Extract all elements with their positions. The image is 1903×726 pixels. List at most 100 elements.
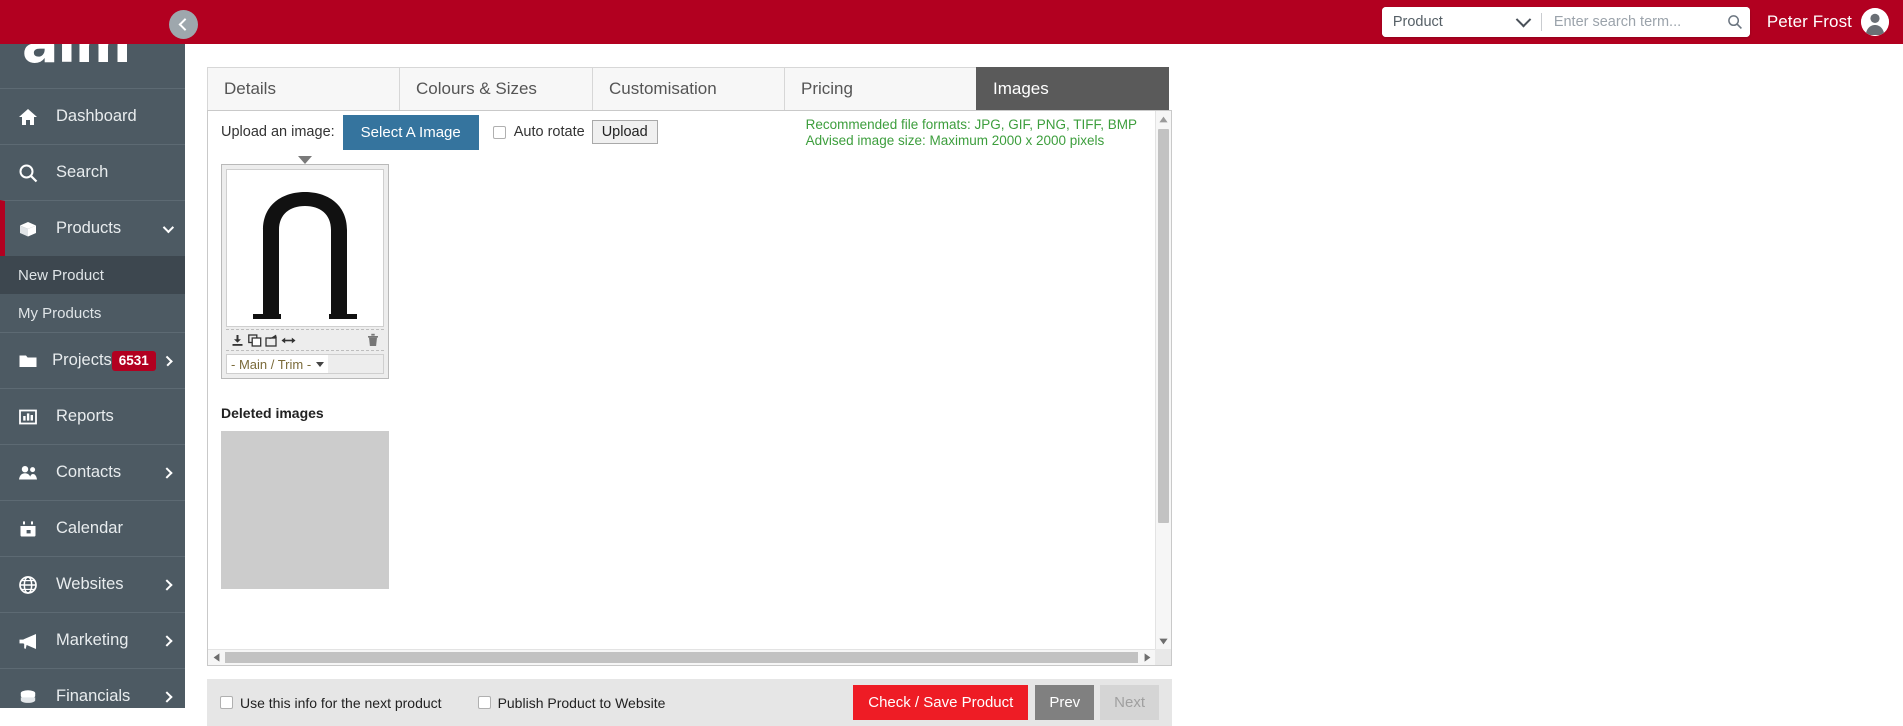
sidebar-item-products[interactable]: Products: [0, 200, 185, 256]
tab-colours-sizes[interactable]: Colours & Sizes: [399, 67, 593, 110]
upload-recommendations: Recommended file formats: JPG, GIF, PNG,…: [806, 117, 1137, 148]
sidebar-collapse-button[interactable]: [169, 10, 198, 39]
sidebar-nav: Dashboard Search Products New Product My Pro…: [0, 88, 185, 708]
duplicate-icon[interactable]: [246, 332, 263, 349]
use-info-checkbox-group[interactable]: Use this info for the next product: [220, 695, 442, 711]
sidebar-item-dashboard[interactable]: Dashboard: [0, 88, 185, 144]
top-header-bar: Product Peter Frost: [0, 0, 1903, 44]
images-panel: Upload an image: Select A Image Auto rot…: [207, 110, 1172, 666]
user-name[interactable]: Peter Frost: [1767, 12, 1852, 32]
sidebar-subitem-new-product[interactable]: New Product: [0, 256, 185, 294]
sidebar-item-search[interactable]: Search: [0, 144, 185, 200]
flip-horizontal-icon[interactable]: [280, 332, 297, 349]
download-icon[interactable]: [229, 332, 246, 349]
image-role-value: - Main / Trim -: [231, 356, 312, 372]
sidebar-item-label: Websites: [56, 575, 124, 593]
user-avatar-icon: [1861, 8, 1889, 36]
chevron-down-icon: [162, 221, 175, 233]
search-scope-select[interactable]: Product: [1381, 7, 1542, 37]
product-image-arch: [253, 192, 357, 319]
image-preview[interactable]: [226, 169, 384, 327]
caret-down-icon: [316, 361, 325, 367]
sidebar-item-contacts[interactable]: Contacts: [0, 444, 185, 500]
chevron-right-icon: [162, 355, 173, 366]
megaphone-icon: [19, 633, 36, 649]
main-content: Details Colours & Sizes Customisation Prici…: [185, 44, 1903, 726]
folder-icon: [19, 355, 37, 367]
sidebar-item-websites[interactable]: Websites: [0, 556, 185, 612]
advised-size-text: Advised image size: Maximum 2000 x 2000 …: [805, 132, 1105, 148]
trash-icon[interactable]: [364, 332, 381, 349]
auto-rotate-label: Auto rotate: [513, 124, 585, 140]
vertical-scrollbar[interactable]: [1155, 111, 1171, 649]
sidebar-badge-projects: 6531: [111, 350, 156, 371]
megaphone-icon: [18, 631, 46, 651]
sidebar-item-label: Search: [56, 163, 109, 181]
sidebar-subitem-label: New Product: [18, 266, 104, 284]
chevron-left-icon: [178, 18, 192, 31]
tab-label: Pricing: [801, 79, 853, 98]
scroll-left-button[interactable]: [208, 650, 224, 665]
search-icon: [18, 163, 46, 183]
box-icon: [20, 221, 36, 236]
rotate-icon[interactable]: [263, 332, 280, 349]
tab-details[interactable]: Details: [207, 67, 400, 110]
form-action-bar: Use this info for the next product Publi…: [207, 679, 1172, 726]
avatar[interactable]: [1861, 8, 1889, 36]
image-thumbnail-card: - Main / Trim -: [221, 156, 389, 379]
sidebar-subitem-my-products[interactable]: My Products: [0, 294, 185, 332]
sidebar-item-calendar[interactable]: Calendar: [0, 500, 185, 556]
sidebar-item-label: Reports: [56, 407, 114, 425]
use-info-checkbox[interactable]: [220, 696, 233, 709]
magnifier-icon: [1727, 15, 1742, 29]
horizontal-scrollbar-thumb[interactable]: [225, 652, 1138, 663]
triangle-left-icon: [213, 653, 219, 662]
scroll-up-button[interactable]: [1156, 111, 1171, 127]
thumbnail-toolbar: [226, 329, 384, 351]
scroll-right-button[interactable]: [1139, 650, 1155, 665]
horizontal-scrollbar[interactable]: [208, 649, 1155, 665]
tab-label: Details: [224, 79, 276, 98]
scroll-down-button[interactable]: [1156, 633, 1171, 649]
upload-button[interactable]: Upload: [591, 120, 658, 144]
tab-customisation[interactable]: Customisation: [592, 67, 785, 110]
check-save-product-button[interactable]: Check / Save Product: [853, 685, 1029, 720]
bar-chart-icon: [18, 407, 46, 427]
publish-checkbox[interactable]: [477, 696, 491, 709]
sidebar: aim ™ DashboardSearchProductsNew Product…: [0, 0, 185, 708]
sidebar-item-reports[interactable]: Reports: [0, 388, 185, 444]
sidebar-item-financials[interactable]: Financials: [0, 668, 185, 708]
sidebar-item-projects[interactable]: Projects 6531: [0, 332, 185, 388]
sidebar-subitem-label: My Products: [18, 304, 102, 322]
upload-label: Upload an image:: [221, 124, 335, 140]
image-role-select[interactable]: - Main / Trim -: [226, 354, 384, 374]
scrollbar-corner: [1155, 649, 1171, 665]
search-submit-button[interactable]: [1719, 7, 1750, 37]
tab-label: Colours & Sizes: [416, 79, 537, 98]
search-input[interactable]: [1553, 14, 1694, 30]
chevron-right-icon: [161, 690, 173, 703]
global-search: Product: [1381, 7, 1750, 37]
coins-icon: [20, 689, 36, 703]
vertical-scrollbar-thumb[interactable]: [1158, 129, 1169, 523]
sidebar-item-marketing[interactable]: Marketing: [0, 612, 185, 668]
publish-checkbox-group[interactable]: Publish Product to Website: [477, 695, 665, 711]
product-editor-card: Details Colours & Sizes Customisation Prici…: [207, 67, 1172, 666]
prev-button[interactable]: Prev: [1035, 685, 1095, 720]
tab-images[interactable]: Images: [976, 67, 1169, 120]
auto-rotate-checkbox[interactable]: [492, 125, 506, 139]
search-scope-value: Product: [1392, 14, 1443, 30]
calendar-icon: [20, 520, 36, 536]
sidebar-item-label: Contacts: [56, 463, 122, 481]
recommended-formats-text: Recommended file formats: JPG, GIF, PNG,…: [805, 117, 1137, 132]
chevron-down-icon: [1515, 11, 1532, 27]
select-image-button[interactable]: Select A Image: [342, 114, 479, 150]
chevron-right-icon: [161, 634, 173, 647]
sidebar-item-label: Dashboard: [56, 107, 137, 125]
tab-label: Images: [993, 79, 1049, 98]
search-icon: [19, 164, 38, 182]
deleted-images-placeholder[interactable]: [221, 431, 389, 589]
sidebar-item-label: Projects: [52, 351, 112, 369]
sidebar-item-label: Products: [56, 219, 122, 237]
tab-pricing[interactable]: Pricing: [784, 67, 977, 110]
